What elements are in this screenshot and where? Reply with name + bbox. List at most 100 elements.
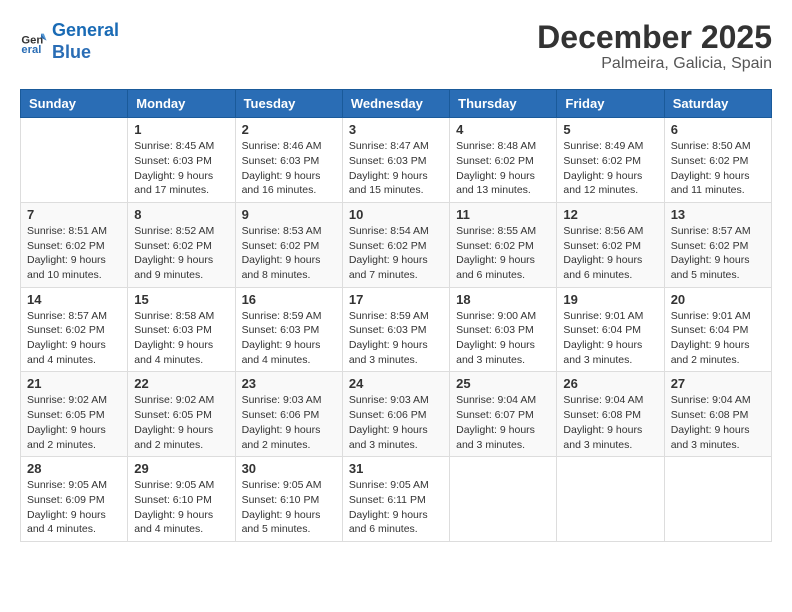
calendar-cell-week4-day4: 24 Sunrise: 9:03 AMSunset: 6:06 PMDayligh… xyxy=(342,372,449,457)
calendar-cell-week2-day6: 12Sunrise: 8:56 AMSunset: 6:02 PMDayligh… xyxy=(557,202,664,287)
calendar-cell-week4-day5: 25 Sunrise: 9:04 AMSunset: 6:07 PMDayligh… xyxy=(450,372,557,457)
calendar-cell-week4-day7: 27 Sunrise: 9:04 AMSunset: 6:08 PMDayligh… xyxy=(664,372,771,457)
day-number: 22 xyxy=(134,376,228,391)
day-number: 29 xyxy=(134,461,228,476)
weekday-header-saturday: Saturday xyxy=(664,90,771,118)
calendar-cell-week2-day2: 8 Sunrise: 8:52 AMSunset: 6:02 PMDaylight… xyxy=(128,202,235,287)
day-number: 11 xyxy=(456,207,550,222)
day-number: 15 xyxy=(134,292,228,307)
day-number: 20 xyxy=(671,292,765,307)
day-info: Sunrise: 9:00 AMSunset: 6:03 PMDaylight:… xyxy=(456,309,550,368)
day-number: 24 xyxy=(349,376,443,391)
calendar-cell-week3-day6: 19 Sunrise: 9:01 AMSunset: 6:04 PMDayligh… xyxy=(557,287,664,372)
calendar-cell-week1-day1 xyxy=(21,118,128,203)
day-info: Sunrise: 8:49 AMSunset: 6:02 PMDaylight:… xyxy=(563,139,657,198)
calendar-cell-week1-day2: 1 Sunrise: 8:45 AMSunset: 6:03 PMDaylight… xyxy=(128,118,235,203)
calendar-cell-week2-day7: 13 Sunrise: 8:57 AMSunset: 6:02 PMDayligh… xyxy=(664,202,771,287)
day-info: Sunrise: 8:51 AMSunset: 6:02 PMDaylight:… xyxy=(27,224,121,283)
day-number: 25 xyxy=(456,376,550,391)
day-info: Sunrise: 9:02 AMSunset: 6:05 PMDaylight:… xyxy=(27,393,121,452)
day-info: Sunrise: 8:48 AMSunset: 6:02 PMDaylight:… xyxy=(456,139,550,198)
calendar-cell-week2-day3: 9Sunrise: 8:53 AMSunset: 6:02 PMDaylight… xyxy=(235,202,342,287)
day-info: Sunrise: 8:59 AMSunset: 6:03 PMDaylight:… xyxy=(242,309,336,368)
calendar-table: SundayMondayTuesdayWednesdayThursdayFrid… xyxy=(20,89,772,542)
calendar-cell-week1-day3: 2Sunrise: 8:46 AMSunset: 6:03 PMDaylight… xyxy=(235,118,342,203)
day-info: Sunrise: 8:56 AMSunset: 6:02 PMDaylight:… xyxy=(563,224,657,283)
day-info: Sunrise: 8:57 AMSunset: 6:02 PMDaylight:… xyxy=(671,224,765,283)
logo-text: GeneralBlue xyxy=(52,20,119,63)
calendar-cell-week5-day2: 29 Sunrise: 9:05 AMSunset: 6:10 PMDayligh… xyxy=(128,457,235,542)
calendar-cell-week3-day1: 14 Sunrise: 8:57 AMSunset: 6:02 PMDayligh… xyxy=(21,287,128,372)
day-number: 13 xyxy=(671,207,765,222)
calendar-cell-week3-day5: 18 Sunrise: 9:00 AMSunset: 6:03 PMDayligh… xyxy=(450,287,557,372)
day-number: 19 xyxy=(563,292,657,307)
day-info: Sunrise: 9:05 AMSunset: 6:10 PMDaylight:… xyxy=(242,478,336,537)
weekday-header-row: SundayMondayTuesdayWednesdayThursdayFrid… xyxy=(21,90,772,118)
calendar-cell-week5-day1: 28 Sunrise: 9:05 AMSunset: 6:09 PMDayligh… xyxy=(21,457,128,542)
day-number: 10 xyxy=(349,207,443,222)
day-number: 17 xyxy=(349,292,443,307)
day-info: Sunrise: 9:03 AMSunset: 6:06 PMDaylight:… xyxy=(349,393,443,452)
calendar-cell-week1-day7: 6 Sunrise: 8:50 AMSunset: 6:02 PMDaylight… xyxy=(664,118,771,203)
day-info: Sunrise: 9:01 AMSunset: 6:04 PMDaylight:… xyxy=(563,309,657,368)
calendar-cell-week1-day4: 3 Sunrise: 8:47 AMSunset: 6:03 PMDaylight… xyxy=(342,118,449,203)
day-info: Sunrise: 8:57 AMSunset: 6:02 PMDaylight:… xyxy=(27,309,121,368)
calendar-cell-week5-day5 xyxy=(450,457,557,542)
calendar-week-5: 28 Sunrise: 9:05 AMSunset: 6:09 PMDayligh… xyxy=(21,457,772,542)
logo: Gen eral GeneralBlue xyxy=(20,20,119,63)
day-number: 18 xyxy=(456,292,550,307)
day-number: 1 xyxy=(134,122,228,137)
day-info: Sunrise: 8:47 AMSunset: 6:03 PMDaylight:… xyxy=(349,139,443,198)
day-info: Sunrise: 9:04 AMSunset: 6:08 PMDaylight:… xyxy=(671,393,765,452)
calendar-cell-week5-day6 xyxy=(557,457,664,542)
day-number: 4 xyxy=(456,122,550,137)
calendar-cell-week4-day3: 23 Sunrise: 9:03 AMSunset: 6:06 PMDayligh… xyxy=(235,372,342,457)
calendar-cell-week4-day2: 22 Sunrise: 9:02 AMSunset: 6:05 PMDayligh… xyxy=(128,372,235,457)
day-number: 5 xyxy=(563,122,657,137)
day-number: 16 xyxy=(242,292,336,307)
day-info: Sunrise: 9:05 AMSunset: 6:09 PMDaylight:… xyxy=(27,478,121,537)
calendar-cell-week2-day1: 7Sunrise: 8:51 AMSunset: 6:02 PMDaylight… xyxy=(21,202,128,287)
day-number: 31 xyxy=(349,461,443,476)
calendar-cell-week2-day5: 11Sunrise: 8:55 AMSunset: 6:02 PMDayligh… xyxy=(450,202,557,287)
day-info: Sunrise: 8:59 AMSunset: 6:03 PMDaylight:… xyxy=(349,309,443,368)
day-info: Sunrise: 9:04 AMSunset: 6:08 PMDaylight:… xyxy=(563,393,657,452)
day-info: Sunrise: 9:02 AMSunset: 6:05 PMDaylight:… xyxy=(134,393,228,452)
day-number: 26 xyxy=(563,376,657,391)
calendar-cell-week1-day6: 5 Sunrise: 8:49 AMSunset: 6:02 PMDaylight… xyxy=(557,118,664,203)
day-info: Sunrise: 8:54 AMSunset: 6:02 PMDaylight:… xyxy=(349,224,443,283)
svg-text:eral: eral xyxy=(21,44,41,56)
calendar-cell-week4-day1: 21Sunrise: 9:02 AMSunset: 6:05 PMDayligh… xyxy=(21,372,128,457)
weekday-header-thursday: Thursday xyxy=(450,90,557,118)
day-number: 8 xyxy=(134,207,228,222)
day-info: Sunrise: 8:53 AMSunset: 6:02 PMDaylight:… xyxy=(242,224,336,283)
calendar-week-2: 7Sunrise: 8:51 AMSunset: 6:02 PMDaylight… xyxy=(21,202,772,287)
calendar-cell-week1-day5: 4 Sunrise: 8:48 AMSunset: 6:02 PMDaylight… xyxy=(450,118,557,203)
calendar-cell-week5-day3: 30Sunrise: 9:05 AMSunset: 6:10 PMDayligh… xyxy=(235,457,342,542)
title-block: December 2025 Palmeira, Galicia, Spain xyxy=(537,20,772,73)
day-info: Sunrise: 9:05 AMSunset: 6:10 PMDaylight:… xyxy=(134,478,228,537)
day-info: Sunrise: 9:03 AMSunset: 6:06 PMDaylight:… xyxy=(242,393,336,452)
day-info: Sunrise: 8:52 AMSunset: 6:02 PMDaylight:… xyxy=(134,224,228,283)
day-number: 6 xyxy=(671,122,765,137)
day-number: 28 xyxy=(27,461,121,476)
day-info: Sunrise: 8:45 AMSunset: 6:03 PMDaylight:… xyxy=(134,139,228,198)
calendar-week-3: 14 Sunrise: 8:57 AMSunset: 6:02 PMDayligh… xyxy=(21,287,772,372)
day-number: 14 xyxy=(27,292,121,307)
calendar-subtitle: Palmeira, Galicia, Spain xyxy=(537,55,772,73)
day-number: 27 xyxy=(671,376,765,391)
calendar-week-1: 1 Sunrise: 8:45 AMSunset: 6:03 PMDaylight… xyxy=(21,118,772,203)
calendar-week-4: 21Sunrise: 9:02 AMSunset: 6:05 PMDayligh… xyxy=(21,372,772,457)
day-number: 3 xyxy=(349,122,443,137)
calendar-cell-week3-day4: 17 Sunrise: 8:59 AMSunset: 6:03 PMDayligh… xyxy=(342,287,449,372)
day-info: Sunrise: 9:01 AMSunset: 6:04 PMDaylight:… xyxy=(671,309,765,368)
day-info: Sunrise: 8:50 AMSunset: 6:02 PMDaylight:… xyxy=(671,139,765,198)
day-number: 23 xyxy=(242,376,336,391)
day-info: Sunrise: 8:58 AMSunset: 6:03 PMDaylight:… xyxy=(134,309,228,368)
calendar-title: December 2025 xyxy=(537,20,772,55)
calendar-cell-week5-day7 xyxy=(664,457,771,542)
calendar-cell-week3-day7: 20 Sunrise: 9:01 AMSunset: 6:04 PMDayligh… xyxy=(664,287,771,372)
page-header: Gen eral GeneralBlue December 2025 Palme… xyxy=(20,20,772,73)
day-info: Sunrise: 9:04 AMSunset: 6:07 PMDaylight:… xyxy=(456,393,550,452)
weekday-header-sunday: Sunday xyxy=(21,90,128,118)
